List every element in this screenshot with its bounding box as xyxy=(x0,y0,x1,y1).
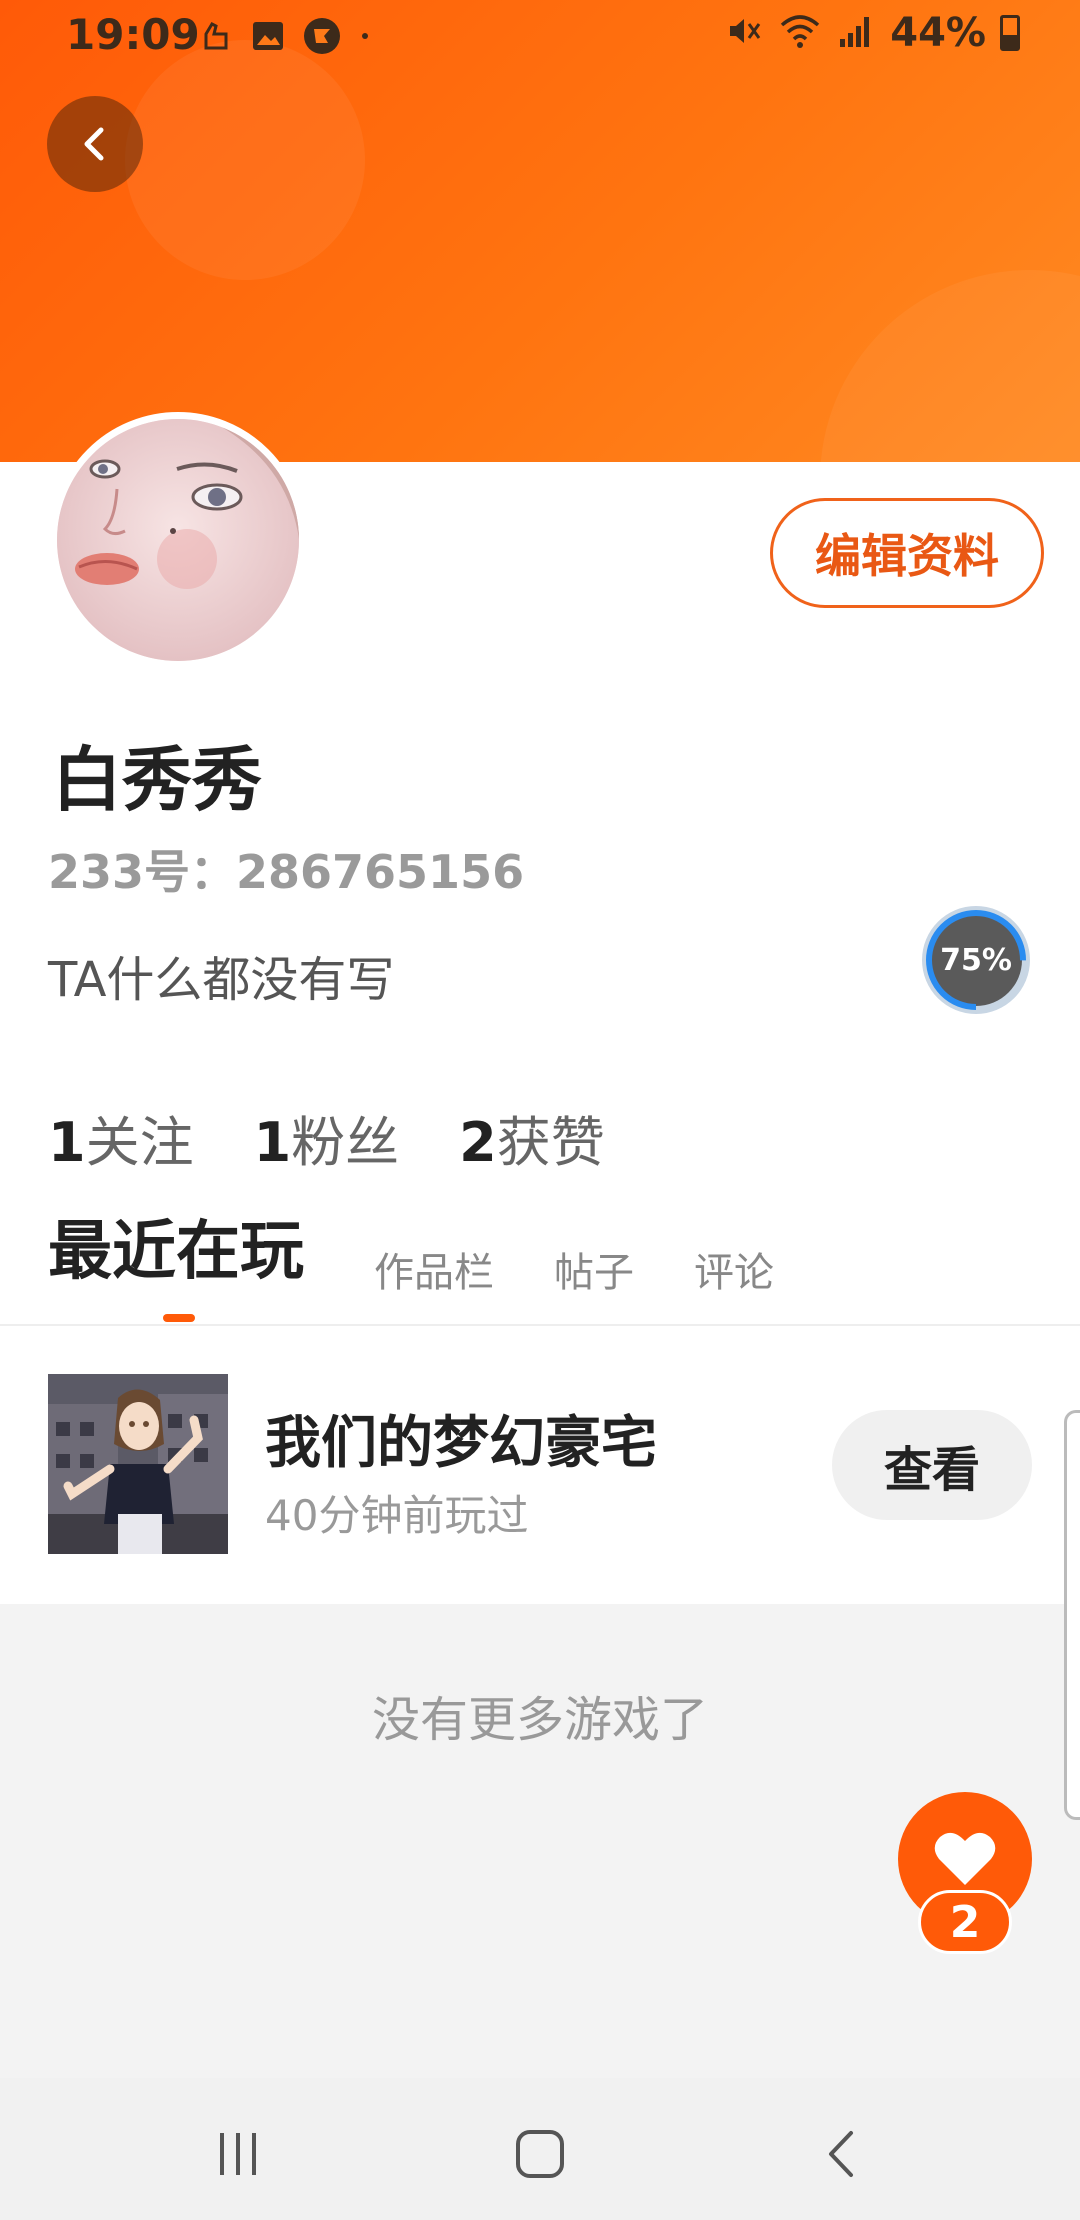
stat-likes[interactable]: 2获赞 xyxy=(459,1098,605,1177)
no-more-games-text: 没有更多游戏了 xyxy=(371,1692,708,1748)
game-thumbnail[interactable] xyxy=(48,1374,228,1554)
game-title: 我们的梦幻豪宅 xyxy=(265,1411,657,1476)
home-icon xyxy=(516,2130,564,2178)
stat-likes-label: 获赞 xyxy=(496,1111,605,1174)
stat-followers[interactable]: 1粉丝 xyxy=(254,1098,400,1177)
edge-panel-handle[interactable] xyxy=(1064,1410,1080,1820)
system-back-button[interactable] xyxy=(802,2114,882,2194)
status-time: 19:09 xyxy=(66,10,200,59)
hand-icon xyxy=(198,18,234,58)
back-arrow-icon xyxy=(829,2131,853,2177)
mute-icon xyxy=(724,11,764,55)
status-bar: 19:09 44% xyxy=(0,0,1080,70)
app-icon xyxy=(302,16,342,60)
stat-followers-count: 1 xyxy=(253,1111,292,1174)
back-button[interactable] xyxy=(47,96,143,192)
image-icon xyxy=(250,18,286,58)
stat-followers-label: 粉丝 xyxy=(291,1111,400,1174)
tab-recently-played[interactable]: 最近在玩 xyxy=(48,1200,304,1292)
notification-dot-icon xyxy=(358,18,372,58)
user-id: 233号：286765156 xyxy=(48,845,525,899)
stat-following-count: 1 xyxy=(48,1111,86,1174)
stat-following[interactable]: 1关注 xyxy=(48,1098,194,1177)
heart-icon xyxy=(934,1832,996,1885)
username: 白秀秀 xyxy=(52,739,262,821)
system-navigation-bar xyxy=(0,2078,1080,2220)
chevron-left-icon xyxy=(84,127,104,161)
recent-apps-button[interactable] xyxy=(198,2114,278,2194)
home-button[interactable] xyxy=(500,2114,580,2194)
signal-icon xyxy=(836,11,876,55)
tab-posts[interactable]: 帖子 xyxy=(554,1240,634,1298)
profile-stats: 1关注 1粉丝 2获赞 xyxy=(48,1098,605,1177)
stat-likes-count: 2 xyxy=(459,1111,497,1174)
tab-comments[interactable]: 评论 xyxy=(694,1240,774,1298)
wifi-icon xyxy=(778,11,822,55)
stat-following-label: 关注 xyxy=(85,1111,194,1174)
profile-completion-percentage: 75% xyxy=(940,942,1012,978)
battery-percentage: 44% xyxy=(890,10,986,56)
list-item[interactable]: 我们的梦幻豪宅 40分钟前玩过 查看 xyxy=(0,1328,1080,1604)
active-tab-indicator xyxy=(163,1314,195,1322)
recent-apps-icon xyxy=(220,2133,256,2175)
profile-tabs: 最近在玩 作品栏 帖子 评论 xyxy=(0,1210,1080,1326)
view-game-button[interactable]: 查看 xyxy=(832,1410,1032,1520)
edit-profile-button[interactable]: 编辑资料 xyxy=(770,498,1044,608)
battery-icon xyxy=(1000,15,1020,51)
avatar[interactable] xyxy=(50,412,306,668)
user-bio: TA什么都没有写 xyxy=(48,952,395,1008)
like-count-badge: 2 xyxy=(918,1890,1012,1954)
tab-works[interactable]: 作品栏 xyxy=(374,1240,494,1298)
game-last-played: 40分钟前玩过 xyxy=(265,1491,529,1540)
